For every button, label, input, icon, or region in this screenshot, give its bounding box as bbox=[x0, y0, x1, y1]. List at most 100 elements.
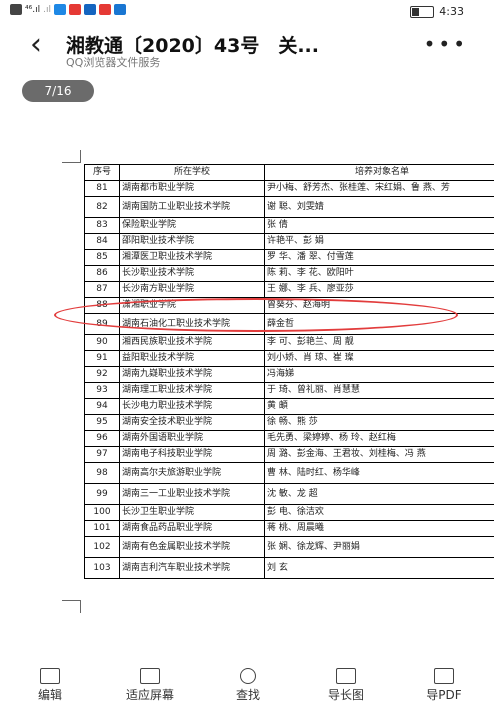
table-row: 87 长沙南方职业学院王 娜、李 兵、廖亚莎 bbox=[84, 281, 494, 298]
export-pdf-button[interactable]: 导PDF bbox=[404, 668, 484, 703]
more-icon[interactable]: ••• bbox=[424, 32, 468, 56]
chevron-left-icon[interactable]: ‹ bbox=[30, 30, 42, 60]
page-subtitle: QQ浏览器文件服务 bbox=[66, 56, 161, 69]
table-row: 86 长沙职业技术学院陈 莉、李 花、欧阳叶 bbox=[84, 265, 494, 282]
column-header-school: 所在学校 bbox=[119, 164, 265, 181]
row-names: 罗 华、潘 翠、付雪莲 bbox=[264, 249, 494, 266]
row-names: 刘小娇、肖 琼、崔 璨 bbox=[264, 350, 494, 367]
row-number: 97 bbox=[84, 446, 120, 463]
row-number: 87 bbox=[84, 281, 120, 298]
fit-screen-button[interactable]: 适应屏幕 bbox=[110, 668, 190, 703]
table-row: 83 保险职业学院张 倩 bbox=[84, 217, 494, 234]
row-school: 湖南食品药品职业学院 bbox=[119, 520, 265, 537]
row-number: 99 bbox=[84, 483, 120, 505]
signal-icon: ⁴⁶.ıl bbox=[25, 4, 41, 15]
long-image-icon bbox=[336, 668, 356, 684]
row-number: 101 bbox=[84, 520, 120, 537]
row-number: 86 bbox=[84, 265, 120, 282]
row-school: 长沙职业技术学院 bbox=[119, 265, 265, 282]
row-names: 李 可、彭艳兰、周 靓 bbox=[264, 334, 494, 351]
row-number: 92 bbox=[84, 366, 120, 383]
row-school: 湘潭医卫职业技术学院 bbox=[119, 249, 265, 266]
table-row: 103 湖南吉利汽车职业技术学院刘 玄 bbox=[84, 557, 494, 579]
table-row: 99 湖南三一工业职业技术学院沈 敏、龙 超 bbox=[84, 483, 494, 505]
app-icon bbox=[113, 4, 126, 15]
row-number: 91 bbox=[84, 350, 120, 367]
row-names: 曹 林、陆时红、杨华峰 bbox=[264, 462, 494, 484]
row-school: 湖南都市职业学院 bbox=[119, 180, 265, 197]
row-names: 冯海娣 bbox=[264, 366, 494, 383]
row-school: 邵阳职业技术学院 bbox=[119, 233, 265, 250]
signal-icon: .ıl bbox=[43, 4, 51, 15]
row-names: 陈 莉、李 花、欧阳叶 bbox=[264, 265, 494, 282]
table-row: 81 湖南都市职业学院 尹小梅、舒芳杰、张桂莲、宋红娟、鲁 燕、芳 bbox=[84, 180, 494, 197]
row-school: 长沙电力职业技术学院 bbox=[119, 398, 265, 415]
row-number: 84 bbox=[84, 233, 120, 250]
row-names: 尹小梅、舒芳杰、张桂莲、宋红娟、鲁 燕、芳 bbox=[264, 180, 494, 197]
row-names: 徐 畅、熊 莎 bbox=[264, 414, 494, 431]
search-label: 查找 bbox=[235, 688, 260, 702]
row-number: 90 bbox=[84, 334, 120, 351]
row-names: 王 娜、李 兵、廖亚莎 bbox=[264, 281, 494, 298]
search-button[interactable]: 查找 bbox=[208, 668, 288, 703]
battery-icon bbox=[410, 5, 435, 18]
fit-screen-icon bbox=[140, 668, 160, 684]
row-school: 长沙南方职业学院 bbox=[119, 281, 265, 298]
table-row: 85 湘潭医卫职业技术学院罗 华、潘 翠、付雪莲 bbox=[84, 249, 494, 266]
table-row: 98 湖南高尔夫旅游职业学院曹 林、陆时红、杨华峰 bbox=[84, 462, 494, 484]
table-row: 95 湖南安全技术职业学院徐 畅、熊 莎 bbox=[84, 414, 494, 431]
row-names: 周 潞、彭金海、王君妆、刘桂梅、冯 燕 bbox=[264, 446, 494, 463]
edit-button[interactable]: 编辑 bbox=[10, 668, 90, 703]
table-row: 102 湖南有色金属职业技术学院张 娴、徐龙辉、尹丽娟 bbox=[84, 536, 494, 558]
search-icon bbox=[240, 668, 256, 684]
bell-icon bbox=[98, 4, 111, 15]
column-header-number: 序号 bbox=[84, 164, 120, 181]
edit-icon bbox=[40, 668, 60, 684]
table-row: 96 湖南外国语职业学院 毛先勇、梁婷婷、杨 玲、赵红梅 bbox=[84, 430, 494, 447]
table-row: 84 邵阳职业技术学院 许艳平、彭 娟 bbox=[84, 233, 494, 250]
row-number: 98 bbox=[84, 462, 120, 484]
row-school: 湘西民族职业技术学院 bbox=[119, 334, 265, 351]
row-school: 长沙卫生职业学院 bbox=[119, 504, 265, 521]
row-number: 85 bbox=[84, 249, 120, 266]
document-page: 序号 所在学校 培养对象名单 81 湖南都市职业学院 尹小梅、舒芳杰、张桂莲、宋红娟… bbox=[54, 150, 494, 620]
row-names: 蒋 桃、周晨曦 bbox=[264, 520, 494, 537]
row-names: 薛金哲 bbox=[264, 313, 494, 335]
table-row: 88 潇湘职业学院 曾葵芬、赵海明 bbox=[84, 297, 494, 314]
edit-label: 编辑 bbox=[37, 688, 62, 702]
row-number: 88 bbox=[84, 297, 120, 314]
table-header-row: 序号 所在学校 培养对象名单 bbox=[84, 164, 494, 181]
bottom-toolbar: 编辑 适应屏幕 查找 导长图 导PDF bbox=[0, 668, 494, 715]
row-names: 许艳平、彭 娟 bbox=[264, 233, 494, 250]
fit-screen-label: 适应屏幕 bbox=[125, 688, 174, 702]
status-icons: ⁴⁶.ıl .ıl bbox=[10, 4, 126, 15]
title-bar: ‹ 湘教通〔2020〕43号 关... QQ浏览器文件服务 ••• bbox=[0, 24, 494, 70]
row-number: 82 bbox=[84, 196, 120, 218]
row-number: 89 bbox=[84, 313, 120, 335]
export-long-image-label: 导长图 bbox=[327, 688, 364, 702]
row-number: 100 bbox=[84, 504, 120, 521]
row-names: 黄 頔 bbox=[264, 398, 494, 415]
mail-icon bbox=[68, 4, 81, 15]
row-names: 曾葵芬、赵海明 bbox=[264, 297, 494, 314]
table-row: 91 益阳职业技术学院 刘小娇、肖 琼、崔 璨 bbox=[84, 350, 494, 367]
table-row: 89 湖南石油化工职业技术学院 薛金哲 bbox=[84, 313, 494, 335]
row-school: 保险职业学院 bbox=[119, 217, 265, 234]
clock: 4:33 bbox=[439, 5, 464, 18]
table-row: 93 湖南理工职业技术学院于 琦、曾礼丽、肖慧慧 bbox=[84, 382, 494, 399]
row-school: 湖南石油化工职业技术学院 bbox=[119, 313, 265, 335]
app-icon bbox=[53, 4, 66, 15]
status-bar: ⁴⁶.ıl .ıl 4:33 bbox=[0, 0, 494, 22]
page-corner-mark bbox=[62, 600, 81, 613]
row-school: 潇湘职业学院 bbox=[119, 297, 265, 314]
app-icon bbox=[83, 4, 96, 15]
row-number: 83 bbox=[84, 217, 120, 234]
row-school: 湖南安全技术职业学院 bbox=[119, 414, 265, 431]
row-names: 彭 电、徐洁欢 bbox=[264, 504, 494, 521]
table-row: 90 湘西民族职业技术学院李 可、彭艳兰、周 靓 bbox=[84, 334, 494, 351]
pdf-export-icon bbox=[434, 668, 454, 684]
row-school: 湖南理工职业技术学院 bbox=[119, 382, 265, 399]
row-names: 谢 聪、刘雯婧 bbox=[264, 196, 494, 218]
data-icon bbox=[10, 4, 22, 15]
export-long-image-button[interactable]: 导长图 bbox=[306, 668, 386, 703]
